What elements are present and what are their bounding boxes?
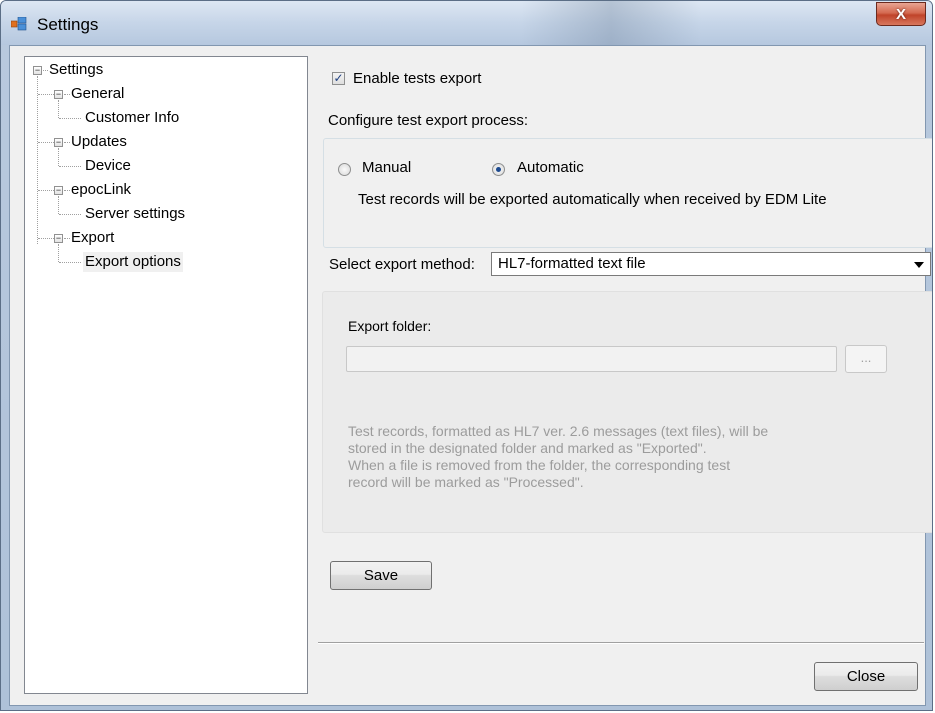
tree-node-server-settings[interactable]: Server settings xyxy=(85,204,185,224)
settings-app-icon xyxy=(11,17,27,31)
tree-node-label: Updates xyxy=(71,133,127,150)
tree-node-export[interactable]: Export xyxy=(71,228,114,248)
manual-radio[interactable] xyxy=(338,163,351,176)
export-method-label: Select export method: xyxy=(329,256,475,273)
close-button-label: Close xyxy=(846,668,886,685)
settings-tree[interactable]: − Settings − General Customer Info − Upd… xyxy=(24,56,308,694)
tree-node-label: epocLink xyxy=(71,181,132,198)
automatic-radio[interactable] xyxy=(492,163,505,176)
tree-line xyxy=(38,94,54,95)
export-method-select[interactable]: HL7-formatted text file xyxy=(491,252,931,276)
tree-node-label: Customer Info xyxy=(85,109,180,126)
tree-line xyxy=(64,142,70,143)
enable-export-checkbox[interactable]: ✓ xyxy=(332,72,345,85)
tree-line xyxy=(58,196,59,214)
export-folder-input[interactable] xyxy=(346,346,837,372)
tree-node-label: Device xyxy=(85,157,131,174)
close-icon: X xyxy=(895,5,906,23)
save-button[interactable]: Save xyxy=(330,561,432,590)
browse-button-label: ... xyxy=(860,350,872,365)
tree-line xyxy=(59,214,81,215)
automatic-radio-label[interactable]: Automatic xyxy=(517,159,584,176)
tree-line xyxy=(59,166,81,167)
settings-window: Settings X − Settings − General Customer… xyxy=(0,0,933,711)
window-title: Settings xyxy=(37,15,99,34)
tree-collapse-icon[interactable]: − xyxy=(54,90,63,99)
tree-line xyxy=(58,244,59,262)
footer-separator xyxy=(318,642,924,644)
tree-node-general[interactable]: General xyxy=(71,84,124,104)
tree-collapse-icon[interactable]: − xyxy=(54,186,63,195)
tree-node-device[interactable]: Device xyxy=(85,156,131,176)
tree-line xyxy=(38,238,54,239)
window-close-button[interactable]: X xyxy=(876,2,926,26)
tree-node-label: Export xyxy=(71,229,115,246)
tree-line xyxy=(59,262,81,263)
tree-line xyxy=(43,70,48,71)
tree-line xyxy=(38,190,54,191)
tree-line xyxy=(58,148,59,166)
close-button[interactable]: Close xyxy=(814,662,918,691)
tree-collapse-icon[interactable]: − xyxy=(54,234,63,243)
tree-node-updates[interactable]: Updates xyxy=(71,132,127,152)
export-mode-group: Manual Automatic Test records will be ex… xyxy=(323,138,932,248)
tree-node-export-options[interactable]: Export options xyxy=(83,252,183,272)
tree-node-label: General xyxy=(71,85,125,102)
tree-node-label: Server settings xyxy=(85,205,186,222)
tree-node-label: Export options xyxy=(85,253,181,270)
auto-export-description: Test records will be exported automatica… xyxy=(358,191,827,208)
title-bar-shade xyxy=(521,1,701,45)
tree-node-customer-info[interactable]: Customer Info xyxy=(85,108,179,128)
export-folder-section: Export folder: ... Test records, formatt… xyxy=(322,291,932,533)
tree-line xyxy=(38,142,54,143)
tree-node-epoclink[interactable]: epocLink xyxy=(71,180,131,200)
export-info-text: Test records, formatted as HL7 ver. 2.6 … xyxy=(348,423,769,490)
enable-export-label[interactable]: Enable tests export xyxy=(353,70,481,87)
tree-line xyxy=(59,118,81,119)
tree-line xyxy=(64,190,70,191)
save-button-label: Save xyxy=(363,567,399,584)
tree-line xyxy=(58,100,59,118)
tree-node-label: Settings xyxy=(49,61,104,78)
export-options-panel: ✓ Enable tests export Configure test exp… xyxy=(318,46,932,705)
tree-line xyxy=(37,76,38,244)
manual-radio-label[interactable]: Manual xyxy=(362,159,411,176)
chevron-down-icon[interactable] xyxy=(914,262,924,268)
tree-collapse-icon[interactable]: − xyxy=(54,138,63,147)
tree-node-settings[interactable]: Settings xyxy=(49,60,103,80)
tree-collapse-icon[interactable]: − xyxy=(33,66,42,75)
title-bar[interactable]: Settings X xyxy=(1,1,932,45)
tree-line xyxy=(64,94,70,95)
export-method-value: HL7-formatted text file xyxy=(498,255,646,272)
tree-line xyxy=(64,238,70,239)
configure-export-label: Configure test export process: xyxy=(328,112,529,129)
dialog-client-area: − Settings − General Customer Info − Upd… xyxy=(9,45,932,706)
export-folder-label: Export folder: xyxy=(348,318,432,334)
browse-folder-button[interactable]: ... xyxy=(845,345,887,373)
